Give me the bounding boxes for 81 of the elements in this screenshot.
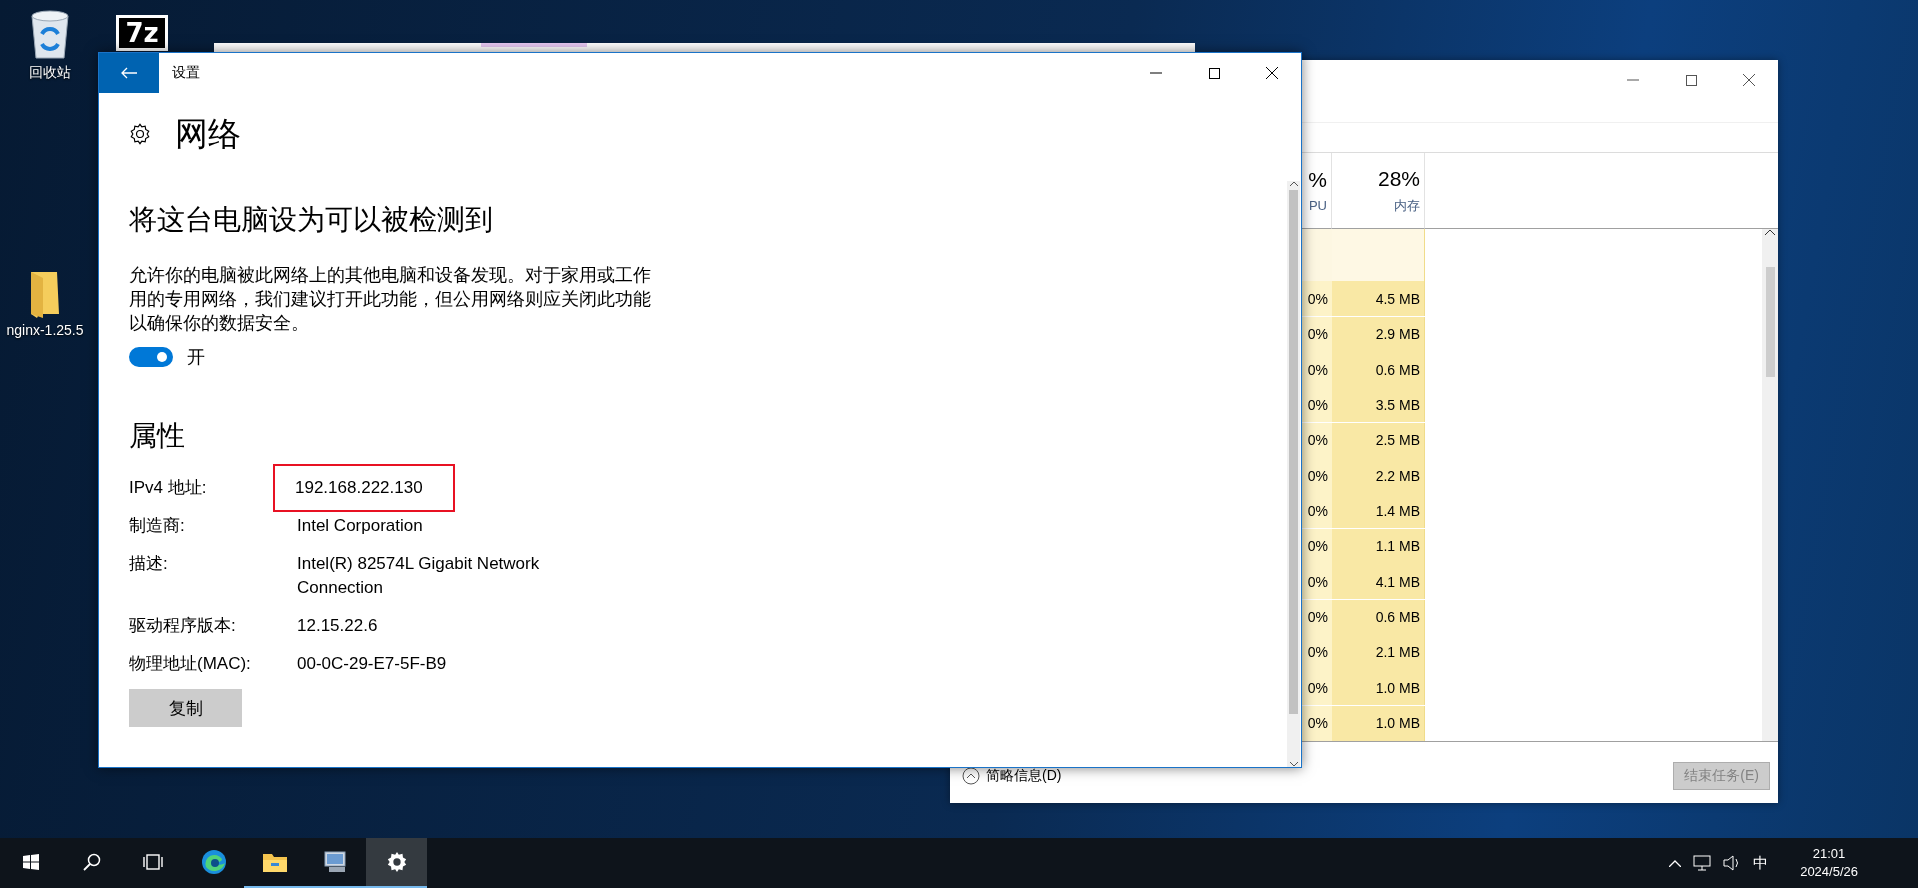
property-label: 制造商: [129, 515, 186, 537]
scrollbar[interactable] [1287, 181, 1300, 767]
folder-icon [261, 851, 288, 873]
description: 允许你的电脑被此网络上的其他电脑和设备发现。对于家用或工作用的专用网络，我们建议打开此功能，但公用网络则应关闭此功能以确保你的数据安全。 [129, 264, 652, 335]
taskbar-button[interactable] [366, 838, 427, 888]
section-title: 将这台电脑设为可以被检测到 [129, 203, 493, 237]
table-cell: 4.5 MB [1332, 281, 1425, 317]
table-cell: 0% [1302, 352, 1332, 388]
property-value: Intel Corporation [297, 515, 424, 537]
table-cell: 0% [1302, 670, 1332, 706]
maximize-icon [1685, 74, 1697, 86]
minimize-icon [1150, 72, 1162, 74]
property-value: 12.15.22.6 [297, 615, 379, 637]
copy-button[interactable]: 复制 [129, 689, 242, 727]
table-cell: 0.6 MB [1332, 352, 1425, 388]
table-cell: 3.5 MB [1332, 387, 1425, 423]
chevron-up-icon [1289, 181, 1298, 186]
windows-logo-icon [22, 854, 39, 870]
property-value: 00-0C-29-E7-5F-B9 [297, 653, 448, 675]
archive-icon[interactable]: 7z [116, 15, 168, 51]
minimize-icon [1627, 79, 1639, 81]
table-cell: 0.6 MB [1332, 599, 1425, 635]
back-arrow-icon [121, 67, 137, 79]
table-cell: 2.1 MB [1332, 634, 1425, 670]
chevron-up-circle-icon [962, 766, 980, 785]
property-label: 驱动程序版本: [129, 615, 237, 637]
scrollbar-thumb[interactable] [1289, 190, 1298, 714]
gear-icon [129, 123, 151, 145]
table-cell: 2.5 MB [1332, 422, 1425, 458]
table-cell: 0% [1302, 493, 1332, 529]
table-cell: 0% [1302, 422, 1332, 458]
clock[interactable]: 21:01 2024/5/26 [1800, 845, 1858, 881]
table-cell: 2.2 MB [1332, 458, 1425, 494]
tray-button[interactable] [1693, 855, 1712, 871]
table-cell: 1.1 MB [1332, 528, 1425, 564]
browser-icon [200, 849, 227, 875]
property-label: IPv4 地址: [129, 477, 208, 499]
table-cell: 0% [1302, 528, 1332, 564]
table-cell: 0% [1302, 705, 1332, 741]
property-label: 物理地址(MAC): [129, 653, 252, 675]
table-cell: 1.0 MB [1332, 705, 1425, 741]
table-cell: 0% [1302, 634, 1332, 670]
chevron-up-icon [1765, 229, 1775, 235]
maximize-icon [1208, 67, 1220, 79]
computer-icon [322, 850, 349, 874]
toggle-switch[interactable] [129, 347, 173, 367]
property-value: 192.168.222.130 [273, 464, 455, 512]
tray-button[interactable] [1669, 859, 1682, 867]
property-label: 描述: [129, 553, 169, 575]
network-icon [1693, 855, 1712, 871]
chevron-up-icon [1669, 859, 1682, 867]
table-cell: 0% [1302, 281, 1332, 317]
scrollbar-thumb[interactable] [1765, 267, 1775, 377]
table-cell: 0% [1302, 458, 1332, 494]
table-cell: 2.9 MB [1332, 316, 1425, 352]
close-icon [1266, 67, 1278, 79]
section-title: 属性 [129, 419, 185, 453]
table-cell: 0% [1302, 564, 1332, 600]
table-cell: 4.1 MB [1332, 564, 1425, 600]
group-row-cell [1302, 229, 1332, 281]
details-toggle[interactable]: 简略信息(D) [962, 766, 1062, 785]
gear-icon [385, 851, 408, 873]
back-button[interactable] [99, 53, 159, 93]
table-cell: 0% [1302, 387, 1332, 423]
search-icon [82, 853, 101, 871]
scrollbar[interactable] [1762, 229, 1778, 741]
input-method-indicator[interactable]: 中 [1753, 853, 1769, 873]
window-title: 设置 [172, 64, 201, 82]
toggle-label: 开 [187, 346, 205, 369]
desktop-icon-label[interactable]: nginx-1.25.5 [6, 322, 84, 338]
chevron-down-icon [1289, 762, 1298, 767]
task-view-icon [142, 854, 163, 870]
desktop-icon-label[interactable]: 回收站 [29, 64, 71, 82]
table-cell: 0% [1302, 316, 1332, 352]
recycle-bin-icon [28, 8, 72, 60]
close-icon [1743, 74, 1755, 86]
table-cell: 1.0 MB [1332, 670, 1425, 706]
table-cell: 1.4 MB [1332, 493, 1425, 529]
page-title: 网络 [175, 113, 241, 154]
property-value: Intel(R) 82574L Gigabit Network Connection [297, 553, 541, 599]
table-cell: 0% [1302, 599, 1332, 635]
